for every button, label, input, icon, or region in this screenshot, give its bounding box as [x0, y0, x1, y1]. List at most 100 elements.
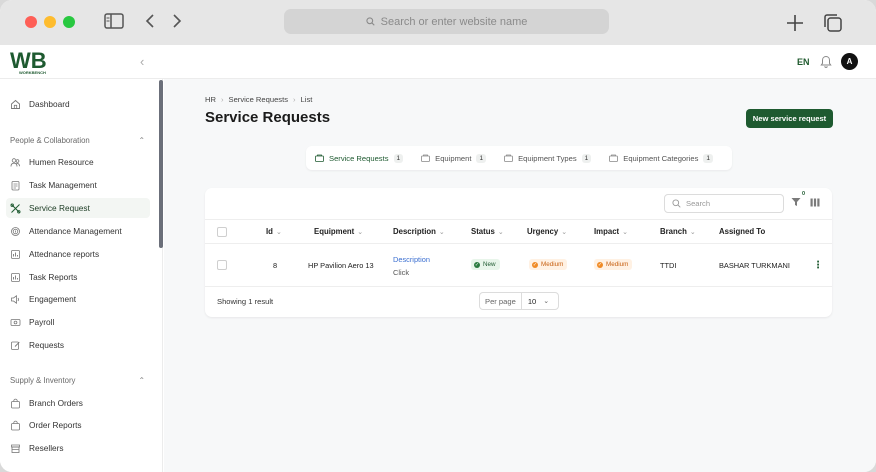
sidebar-section-people[interactable]: People & Collaboration ⌃ [10, 136, 150, 145]
column-label: Branch [660, 227, 687, 236]
column-header-urgency[interactable]: Urgency ⌄ [527, 227, 567, 236]
results-count: Showing 1 result [217, 297, 274, 306]
tab-equipment-types[interactable]: Equipment Types 1 [495, 146, 600, 170]
bell-icon[interactable] [820, 55, 832, 68]
app-header [0, 45, 876, 79]
column-label: Status [471, 227, 495, 236]
sidebar-item-order-reports[interactable]: Order Reports [6, 415, 150, 435]
tab-overview-icon[interactable] [823, 13, 843, 33]
box-icon [315, 154, 324, 162]
store-icon [10, 443, 21, 454]
sidebar-toggle-icon[interactable] [104, 13, 124, 29]
tab-service-requests[interactable]: Service Requests 1 [306, 146, 412, 170]
box-icon [504, 154, 513, 162]
bag-icon [10, 398, 21, 409]
sidebar-item-engagement[interactable]: Engagement [6, 289, 150, 309]
box-icon [609, 154, 619, 162]
new-service-request-button[interactable]: New service request [746, 109, 833, 128]
row-actions-icon[interactable]: ⋮ [813, 260, 823, 271]
sidebar-item-task-management[interactable]: Task Management [6, 175, 150, 195]
sort-chevron-icon: ⌄ [622, 228, 629, 236]
cell-description-click[interactable]: Click [393, 268, 409, 277]
column-header-branch[interactable]: Branch ⌄ [660, 227, 696, 236]
status-label: New [483, 261, 496, 268]
tab-count-badge: 1 [581, 153, 592, 163]
sidebar-item-resellers[interactable]: Resellers [6, 438, 150, 458]
breadcrumb-separator-icon: › [220, 95, 224, 104]
section-title: People & Collaboration [10, 136, 90, 145]
column-label: Impact [594, 227, 620, 236]
sidebar-item-requests[interactable]: Requests [6, 335, 150, 355]
back-icon[interactable] [144, 13, 156, 29]
sidebar-item-label: Dashboard [29, 99, 70, 109]
address-bar[interactable]: Search or enter website name [284, 9, 609, 34]
tools-icon [10, 203, 21, 214]
column-header-description[interactable]: Description ⌄ [393, 227, 445, 236]
column-header-id[interactable]: Id ⌄ [266, 227, 282, 236]
forward-icon[interactable] [171, 13, 183, 29]
search-placeholder: Search [686, 199, 711, 208]
people-icon [10, 157, 21, 168]
check-circle-icon: ✓ [597, 261, 603, 268]
sidebar-item-attendance-reports[interactable]: Attednance reports [6, 244, 150, 264]
column-header-equipment[interactable]: Equipment ⌄ [314, 227, 363, 236]
sidebar-item-task-reports[interactable]: Task Reports [6, 267, 150, 287]
avatar[interactable]: A [841, 53, 858, 70]
sidebar-item-attendance-management[interactable]: Attendance Management [6, 221, 150, 241]
workbench-logo[interactable]: WB WORKBENCH [10, 48, 54, 78]
minimize-window-button[interactable] [44, 16, 56, 28]
sidebar-item-label: Task Reports [29, 272, 78, 282]
sidebar-item-human-resource[interactable]: Humen Resource [6, 152, 150, 172]
bag-icon [10, 420, 21, 431]
tab-equipment-categories[interactable]: Equipment Categories 1 [600, 146, 722, 170]
column-label: Assigned To [719, 227, 766, 236]
select-all-checkbox[interactable] [217, 227, 227, 237]
close-window-button[interactable] [25, 16, 37, 28]
sort-chevron-icon: ⌄ [357, 228, 364, 236]
tab-label: Equipment Types [518, 153, 577, 163]
column-header-impact[interactable]: Impact ⌄ [594, 227, 628, 236]
box-icon [421, 154, 431, 162]
logo-subtext: WORKBENCH [19, 70, 46, 75]
per-page-select[interactable]: Per page 10 ⌄ [479, 292, 559, 310]
sidebar-item-label: Service Request [29, 203, 90, 213]
cell-id: 8 [273, 261, 278, 270]
maximize-window-button[interactable] [63, 16, 75, 28]
table-search-input[interactable]: Search [664, 194, 784, 213]
report-icon [10, 249, 21, 260]
sort-chevron-icon: ⌄ [275, 228, 282, 236]
chevron-up-icon: ⌃ [138, 376, 145, 385]
filter-icon[interactable] [791, 197, 801, 207]
tab-label: Service Requests [329, 153, 389, 163]
sidebar-item-label: Task Management [29, 180, 97, 190]
cell-description-link[interactable]: Description [393, 255, 430, 264]
urgency-label: Medium [541, 261, 564, 268]
breadcrumb-hr[interactable]: HR [205, 95, 216, 104]
sidebar-item-service-request[interactable]: Service Request [6, 198, 150, 218]
new-tab-icon[interactable] [786, 14, 804, 32]
check-circle-icon: ✓ [532, 261, 538, 268]
sidebar-item-label: Requests [29, 340, 65, 350]
sort-chevron-icon: ⌄ [561, 228, 568, 236]
breadcrumb-service-requests[interactable]: Service Requests [229, 95, 289, 104]
per-page-label: Per page [480, 293, 522, 309]
column-label: Description [393, 227, 436, 236]
megaphone-icon [10, 294, 21, 305]
clipboard-icon [10, 180, 21, 191]
sidebar-scrollbar[interactable] [159, 80, 163, 248]
language-switcher[interactable]: EN [797, 57, 810, 67]
chevron-up-icon: ⌃ [138, 136, 145, 145]
row-checkbox[interactable] [217, 260, 227, 270]
collapse-sidebar-icon[interactable]: ‹ [140, 54, 144, 69]
tab-equipment[interactable]: Equipment 1 [412, 146, 495, 170]
column-header-status[interactable]: Status ⌄ [471, 227, 504, 236]
sidebar-item-payroll[interactable]: Payroll [6, 312, 150, 332]
report-icon [10, 272, 21, 283]
sidebar-item-dashboard[interactable]: Dashboard [6, 94, 150, 114]
sidebar-item-label: Payroll [29, 317, 55, 327]
sidebar-item-branch-orders[interactable]: Branch Orders [6, 393, 150, 413]
columns-icon[interactable] [810, 198, 820, 207]
sidebar-section-supply[interactable]: Supply & Inventory ⌃ [10, 376, 150, 385]
money-icon [10, 317, 21, 328]
edit-icon [10, 340, 21, 351]
